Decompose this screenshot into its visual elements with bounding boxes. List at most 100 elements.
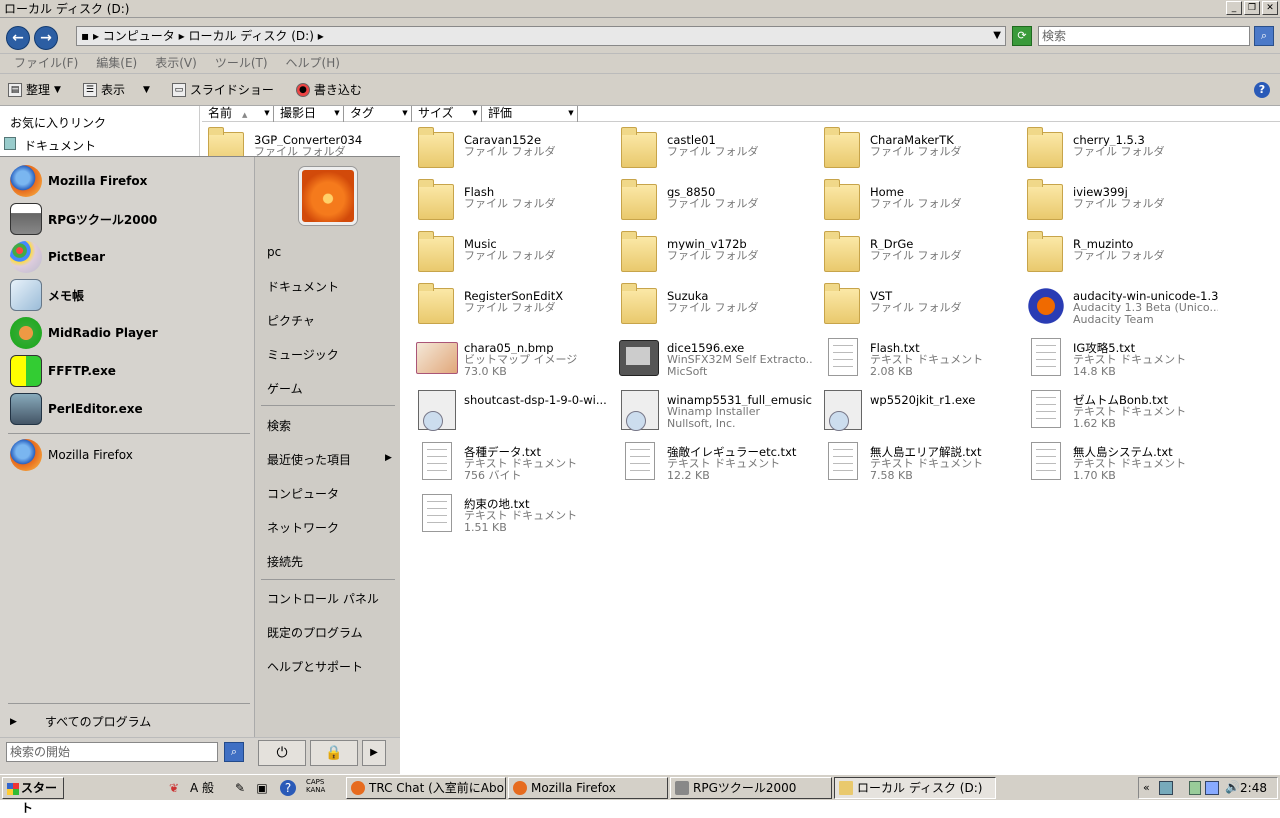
user-picture-avatar[interactable] <box>299 167 357 225</box>
menu-view[interactable]: 表示(V) <box>155 54 197 73</box>
file-item[interactable]: 各種データ.txt テキスト ドキュメント 756 バイト <box>412 434 612 484</box>
places-control-panel[interactable]: コントロール パネル <box>267 590 379 607</box>
refresh-button[interactable]: ⟳ <box>1012 26 1032 46</box>
file-item[interactable]: Flash.txt テキスト ドキュメント 2.08 KB <box>818 330 1018 380</box>
recent-firefox[interactable]: Mozilla Firefox <box>10 437 250 473</box>
column-dropdown-icon[interactable]: ▼ <box>471 109 479 118</box>
pinned-ffftp[interactable]: FFFTP.exe <box>10 353 250 389</box>
pinned-pictbear[interactable]: PictBear <box>10 239 250 275</box>
file-item[interactable]: chara05_n.bmp ビットマップ イメージ 73.0 KB <box>412 330 612 380</box>
places-user[interactable]: pc <box>267 245 281 259</box>
tray-monitor-icon[interactable] <box>1205 781 1219 795</box>
forward-button[interactable]: → <box>34 26 58 50</box>
file-item[interactable]: shoutcast-dsp-1-9-0-wi... <box>412 382 612 432</box>
places-recent-items[interactable]: 最近使った項目 <box>267 451 351 468</box>
places-network[interactable]: ネットワーク <box>267 519 339 536</box>
file-item[interactable]: audacity-win-unicode-1.3... Audacity 1.3 … <box>1021 278 1221 328</box>
file-item[interactable]: R_DrGe ファイル フォルダ <box>818 226 1018 276</box>
task-rpgmaker[interactable]: RPGツクール2000 <box>670 777 832 799</box>
file-item[interactable]: wp5520jkit_r1.exe <box>818 382 1018 432</box>
ime-tool-icon[interactable]: ✎ <box>232 780 248 796</box>
file-item[interactable]: RegisterSonEditX ファイル フォルダ <box>412 278 612 328</box>
places-computer[interactable]: コンピュータ <box>267 485 339 502</box>
file-item[interactable]: 無人島システム.txt テキスト ドキュメント 1.70 KB <box>1021 434 1221 484</box>
column-dropdown-icon[interactable]: ▼ <box>263 109 271 118</box>
column-name[interactable]: 名前 ▲ ▼ <box>202 106 274 122</box>
file-item[interactable]: CharaMakerTK ファイル フォルダ <box>818 122 1018 172</box>
tray-network-icon[interactable] <box>1159 781 1173 795</box>
search-input[interactable]: 検索 <box>1038 26 1250 46</box>
column-dropdown-icon[interactable]: ▼ <box>567 109 575 118</box>
pinned-midradio[interactable]: MidRadio Player <box>10 315 250 351</box>
menu-help[interactable]: ヘルプ(H) <box>286 54 340 73</box>
task-local-disk[interactable]: ローカル ディスク (D:) <box>834 777 996 799</box>
pinned-notepad[interactable]: メモ帳 <box>10 277 250 313</box>
shutdown-options-button[interactable]: ▶ <box>362 740 386 766</box>
places-help-support[interactable]: ヘルプとサポート <box>267 658 363 675</box>
file-item[interactable]: R_muzinto ファイル フォルダ <box>1021 226 1221 276</box>
file-item[interactable]: 強敵イレギュラーetc.txt テキスト ドキュメント 12.2 KB <box>615 434 815 484</box>
file-item[interactable]: IG攻略5.txt テキスト ドキュメント 14.8 KB <box>1021 330 1221 380</box>
start-search-input[interactable]: 検索の開始 <box>6 742 218 762</box>
column-dropdown-icon[interactable]: ▼ <box>333 109 341 118</box>
file-item[interactable]: Flash ファイル フォルダ <box>412 174 612 224</box>
file-item[interactable]: ゼムトムBonb.txt テキスト ドキュメント 1.62 KB <box>1021 382 1221 432</box>
pinned-firefox[interactable]: Mozilla Firefox <box>10 163 250 199</box>
address-field[interactable]: ▪ ▸ コンピュータ ▸ ローカル ディスク (D:) ▸ ▼ <box>76 26 1006 46</box>
places-connect-to[interactable]: 接続先 <box>267 553 303 570</box>
start-button[interactable]: スタート <box>2 777 64 815</box>
minimize-button[interactable]: _ <box>1226 1 1242 15</box>
help-icon[interactable]: ? <box>1254 82 1270 98</box>
search-icon[interactable]: ⌕ <box>1254 26 1274 46</box>
ime-indicator[interactable]: A 般 <box>190 780 230 796</box>
file-item[interactable]: castle01 ファイル フォルダ <box>615 122 815 172</box>
file-item[interactable]: VST ファイル フォルダ <box>818 278 1018 328</box>
file-item[interactable]: 無人島エリア解説.txt テキスト ドキュメント 7.58 KB <box>818 434 1018 484</box>
file-item[interactable]: iview399j ファイル フォルダ <box>1021 174 1221 224</box>
task-trc-chat[interactable]: TRC Chat (入室前にAbo... <box>346 777 506 799</box>
pinned-perleditor[interactable]: PerlEditor.exe <box>10 391 250 427</box>
task-firefox[interactable]: Mozilla Firefox <box>508 777 668 799</box>
tray-volume-icon[interactable]: 🔊 <box>1225 780 1240 794</box>
places-pictures[interactable]: ピクチャ <box>267 312 315 329</box>
ime-help-icon[interactable]: ? <box>280 780 296 796</box>
file-item[interactable]: winamp5531_full_emusic-... Winamp Install… <box>615 382 815 432</box>
search-icon[interactable]: ⌕ <box>224 742 244 762</box>
places-documents[interactable]: ドキュメント <box>267 278 339 295</box>
file-item[interactable]: mywin_v172b ファイル フォルダ <box>615 226 815 276</box>
maximize-button[interactable]: ❐ <box>1244 1 1260 15</box>
all-programs-button[interactable]: ▶ すべてのプログラム <box>10 713 151 730</box>
tray-device-icon[interactable] <box>1189 781 1201 795</box>
organize-button[interactable]: ▤ 整理 ▼ <box>8 81 61 98</box>
places-search[interactable]: 検索 <box>267 417 291 434</box>
favorites-documents-link[interactable]: ドキュメント <box>24 137 96 154</box>
ime-dictionary-icon[interactable]: ▣ <box>254 780 270 796</box>
quicklaunch-icon[interactable]: ❦ <box>166 780 182 796</box>
slideshow-button[interactable]: ▭ スライドショー <box>171 81 274 98</box>
file-item[interactable]: dice1596.exe WinSFX32M Self Extracto... Mi… <box>615 330 815 380</box>
file-item[interactable]: 約束の地.txt テキスト ドキュメント 1.51 KB <box>412 486 612 536</box>
burn-button[interactable]: ● 書き込む <box>295 81 362 98</box>
view-button[interactable]: ☰ 表示 ▼ <box>82 81 150 98</box>
back-button[interactable]: ← <box>6 26 30 50</box>
close-button[interactable]: ✕ <box>1262 1 1278 15</box>
menu-edit[interactable]: 編集(E) <box>96 54 137 73</box>
address-dropdown-icon[interactable]: ▼ <box>993 27 1001 45</box>
column-rating[interactable]: 評価 ▼ <box>482 106 578 122</box>
file-item[interactable]: gs_8850 ファイル フォルダ <box>615 174 815 224</box>
column-size[interactable]: サイズ ▼ <box>412 106 482 122</box>
column-dropdown-icon[interactable]: ▼ <box>401 109 409 118</box>
places-default-programs[interactable]: 既定のプログラム <box>267 624 363 641</box>
clock[interactable]: 2:48 <box>1240 781 1267 795</box>
column-date[interactable]: 撮影日 ▼ <box>274 106 344 122</box>
tray-expand-icon[interactable]: « <box>1143 781 1150 794</box>
pinned-rpgmaker[interactable]: RPGツクール2000 <box>10 201 250 237</box>
lock-button[interactable]: 🔒 <box>310 740 358 766</box>
file-item[interactable]: Suzuka ファイル フォルダ <box>615 278 815 328</box>
file-item[interactable]: cherry_1.5.3 ファイル フォルダ <box>1021 122 1221 172</box>
menu-tools[interactable]: ツール(T) <box>215 54 268 73</box>
places-music[interactable]: ミュージック <box>267 346 339 363</box>
file-item[interactable]: Music ファイル フォルダ <box>412 226 612 276</box>
column-tag[interactable]: タグ ▼ <box>344 106 412 122</box>
file-item[interactable]: Caravan152e ファイル フォルダ <box>412 122 612 172</box>
